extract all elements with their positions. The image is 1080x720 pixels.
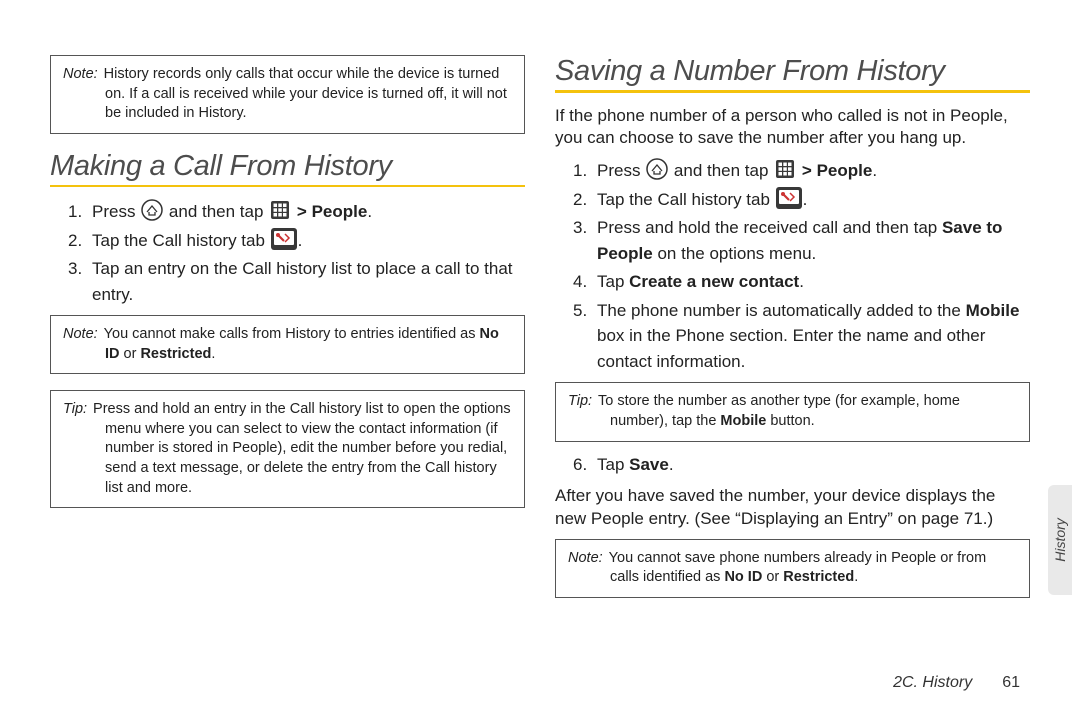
apps-grid-icon: [774, 158, 796, 180]
people-label: People: [312, 202, 368, 221]
note-cannot-save: Note:You cannot save phone numbers alrea…: [555, 539, 1030, 598]
page-footer: 2C. History 61: [893, 674, 1020, 692]
call-history-tab-icon: [776, 187, 802, 209]
step-1: Press and then tap > People.: [555, 158, 1030, 184]
home-icon: [141, 199, 163, 221]
footer-page: 61: [1002, 674, 1020, 691]
people-label: People: [817, 161, 873, 180]
heading-saving-number: Saving a Number From History: [555, 55, 1030, 88]
step-2: Tap the Call history tab .: [555, 187, 1030, 213]
footer-section: 2C. History: [893, 674, 972, 691]
heading-underline: [50, 185, 525, 188]
note-text: History records only calls that occur wh…: [104, 66, 507, 121]
call-history-tab-icon: [271, 228, 297, 250]
intro-paragraph: If the phone number of a person who call…: [555, 105, 1030, 151]
note-history-records: Note:History records only calls that occ…: [50, 55, 525, 134]
steps-saving-number-cont: Tap Save.: [555, 452, 1030, 478]
home-icon: [646, 158, 668, 180]
tip-mobile-type: Tip:To store the number as another type …: [555, 382, 1030, 441]
tip-press-hold: Tip:Press and hold an entry in the Call …: [50, 390, 525, 508]
note-label: Note:: [63, 66, 104, 82]
steps-saving-number: Press and then tap > People. Tap the Cal…: [555, 158, 1030, 374]
step-3: Tap an entry on the Call history list to…: [50, 256, 525, 307]
side-tab-history: History: [1048, 485, 1072, 595]
apps-grid-icon: [269, 199, 291, 221]
left-column: Note:History records only calls that occ…: [50, 55, 525, 695]
note-no-id-calls: Note:You cannot make calls from History …: [50, 315, 525, 374]
heading-underline: [555, 90, 1030, 93]
right-column: Saving a Number From History If the phon…: [555, 55, 1030, 695]
step-5: The phone number is automatically added …: [555, 298, 1030, 375]
step-4: Tap Create a new contact.: [555, 269, 1030, 295]
steps-making-call: Press and then tap > People. Tap the Cal…: [50, 199, 525, 307]
step-2: Tap the Call history tab .: [50, 228, 525, 254]
step-1: Press and then tap > People.: [50, 199, 525, 225]
heading-making-call: Making a Call From History: [50, 150, 525, 183]
step-6: Tap Save.: [555, 452, 1030, 478]
step-3: Press and hold the received call and the…: [555, 215, 1030, 266]
after-save-paragraph: After you have saved the number, your de…: [555, 485, 1030, 531]
